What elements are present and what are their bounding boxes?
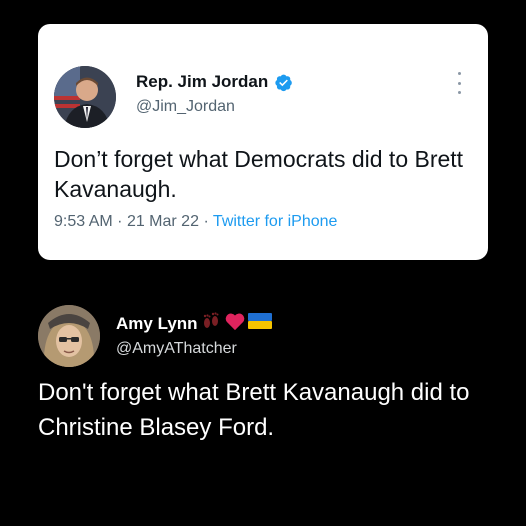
quoted-tweet-card[interactable]: Rep. Jim Jordan @Jim_Jordan Don’t forget… [38, 24, 488, 260]
quoted-tweet-meta: 9:53 AM · 21 Mar 22 · Twitter for iPhone [54, 213, 337, 231]
verified-badge-icon [274, 73, 293, 92]
reply-author-handle[interactable]: @AmyAThatcher [116, 340, 237, 358]
meta-separator: · [117, 213, 123, 230]
more-options-icon[interactable] [455, 72, 463, 94]
quoted-author-handle[interactable]: @Jim_Jordan [136, 98, 235, 116]
jim-jordan-avatar[interactable] [54, 66, 116, 128]
meta-separator: · [203, 213, 209, 230]
ukraine-flag-icon [247, 313, 272, 334]
quoted-author-name[interactable]: Rep. Jim Jordan [136, 72, 268, 92]
tweet-date[interactable]: 21 Mar 22 [127, 213, 199, 230]
reply-tweet-text: Don't forget what Brett Kavanaugh did to… [38, 379, 470, 441]
heart-icon [224, 311, 246, 336]
quoted-tweet-text: Don’t forget what Democrats did to Brett… [54, 146, 464, 202]
amy-lynn-avatar[interactable] [38, 305, 100, 367]
reply-author-name[interactable]: Amy Lynn [116, 314, 198, 334]
tweet-source-link[interactable]: Twitter for iPhone [213, 213, 338, 230]
footprints-icon [200, 311, 222, 336]
tweet-time[interactable]: 9:53 AM [54, 213, 113, 230]
